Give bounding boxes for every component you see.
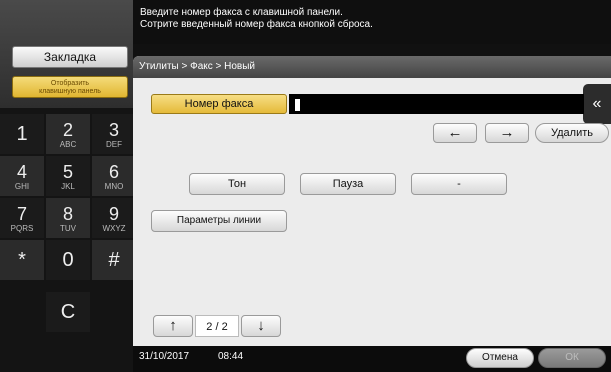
key-digit: 2 [62,120,73,140]
key-0[interactable]: 0 [46,240,90,280]
bookmark-button[interactable]: Закладка [12,46,128,68]
key-letters: TUV [60,224,76,233]
key-3[interactable]: 3 DEF [92,114,136,154]
key-digit: 8 [62,204,73,224]
key-digit: 7 [16,204,27,224]
key-letters: DEF [106,140,122,149]
pager: ↑ 2 / 2 ↓ [153,315,289,337]
key-digit: 1 [16,123,28,145]
cursor-left-button[interactable]: ← [433,123,477,143]
instruction-line-2: Сотрите введенный номер факса кнопкой сб… [140,19,373,30]
delete-button[interactable]: Удалить [535,123,609,143]
key-letters: ABC [59,140,77,149]
key-5[interactable]: 5 JKL [46,156,90,196]
key-digit: # [108,249,120,271]
key-digit: 0 [62,249,74,271]
key-clear[interactable]: C [46,292,90,332]
text-cursor [295,98,300,111]
page-indicator: 2 / 2 [195,315,239,337]
key-4[interactable]: 4 GHI [0,156,44,196]
key-letters: MNO [104,182,124,191]
cursor-right-button[interactable]: → [485,123,529,143]
show-keypad-button[interactable]: Отобразить клавишную панель [12,76,128,98]
key-star[interactable]: * [0,240,44,280]
key-digit: * [18,249,26,271]
key-digit: C [60,301,76,323]
key-hash[interactable]: # [92,240,136,280]
left-panel: Закладка Отобразить клавишную панель 1 2… [0,0,136,372]
show-keypad-label-1: Отобразить [50,80,90,87]
key-letters: WXYZ [102,224,126,233]
status-time: 08:44 [218,351,244,362]
pause-button[interactable]: Пауза [300,173,396,195]
cancel-button[interactable]: Отмена [466,348,534,368]
fax-number-input[interactable] [289,94,584,114]
key-letters: GHI [14,182,30,191]
status-bar: 31/10/2017 08:44 Отмена ОК [133,346,611,372]
instruction-line-1: Введите номер факса с клавишной панели. [140,7,343,18]
key-digit: 4 [16,162,27,182]
ok-button[interactable]: ОК [538,348,606,368]
fax-entry-panel: Утилиты > Факс > Новый « Номер факса ← →… [133,56,611,346]
numeric-keypad: 1 2 ABC 3 DEF 4 GHI 5 JKL 6 MNO 7 PQRS 8 TUV 9W… [0,114,136,358]
key-9[interactable]: 9 WXYZ [92,198,136,238]
page-up-button[interactable]: ↑ [153,315,193,337]
show-keypad-label-2: клавишную панель [39,88,101,95]
key-6[interactable]: 6 MNO [92,156,136,196]
key-8[interactable]: 8 TUV [46,198,90,238]
key-2[interactable]: 2 ABC [46,114,90,154]
key-7[interactable]: 7 PQRS [0,198,44,238]
breadcrumb: Утилиты > Факс > Новый [133,56,611,78]
instruction-message: Введите номер факса с клавишной панели. … [133,0,611,44]
key-digit: 5 [62,162,73,182]
main-area: Утилиты > Факс > Новый « Номер факса ← →… [133,44,611,346]
fax-number-label[interactable]: Номер факса [151,94,287,114]
key-letters: PQRS [10,224,34,233]
back-icon[interactable]: « [583,84,611,124]
dash-button[interactable]: - [411,173,507,195]
key-letters: JKL [61,182,75,191]
tone-button[interactable]: Тон [189,173,285,195]
page-down-button[interactable]: ↓ [241,315,281,337]
left-panel-header: Закладка Отобразить клавишную панель [0,0,133,108]
status-date: 31/10/2017 [139,351,190,362]
key-digit: 9 [108,204,119,224]
key-1[interactable]: 1 [0,114,44,154]
key-digit: 6 [108,162,119,182]
line-parameters-button[interactable]: Параметры линии [151,210,287,232]
key-digit: 3 [108,120,119,140]
